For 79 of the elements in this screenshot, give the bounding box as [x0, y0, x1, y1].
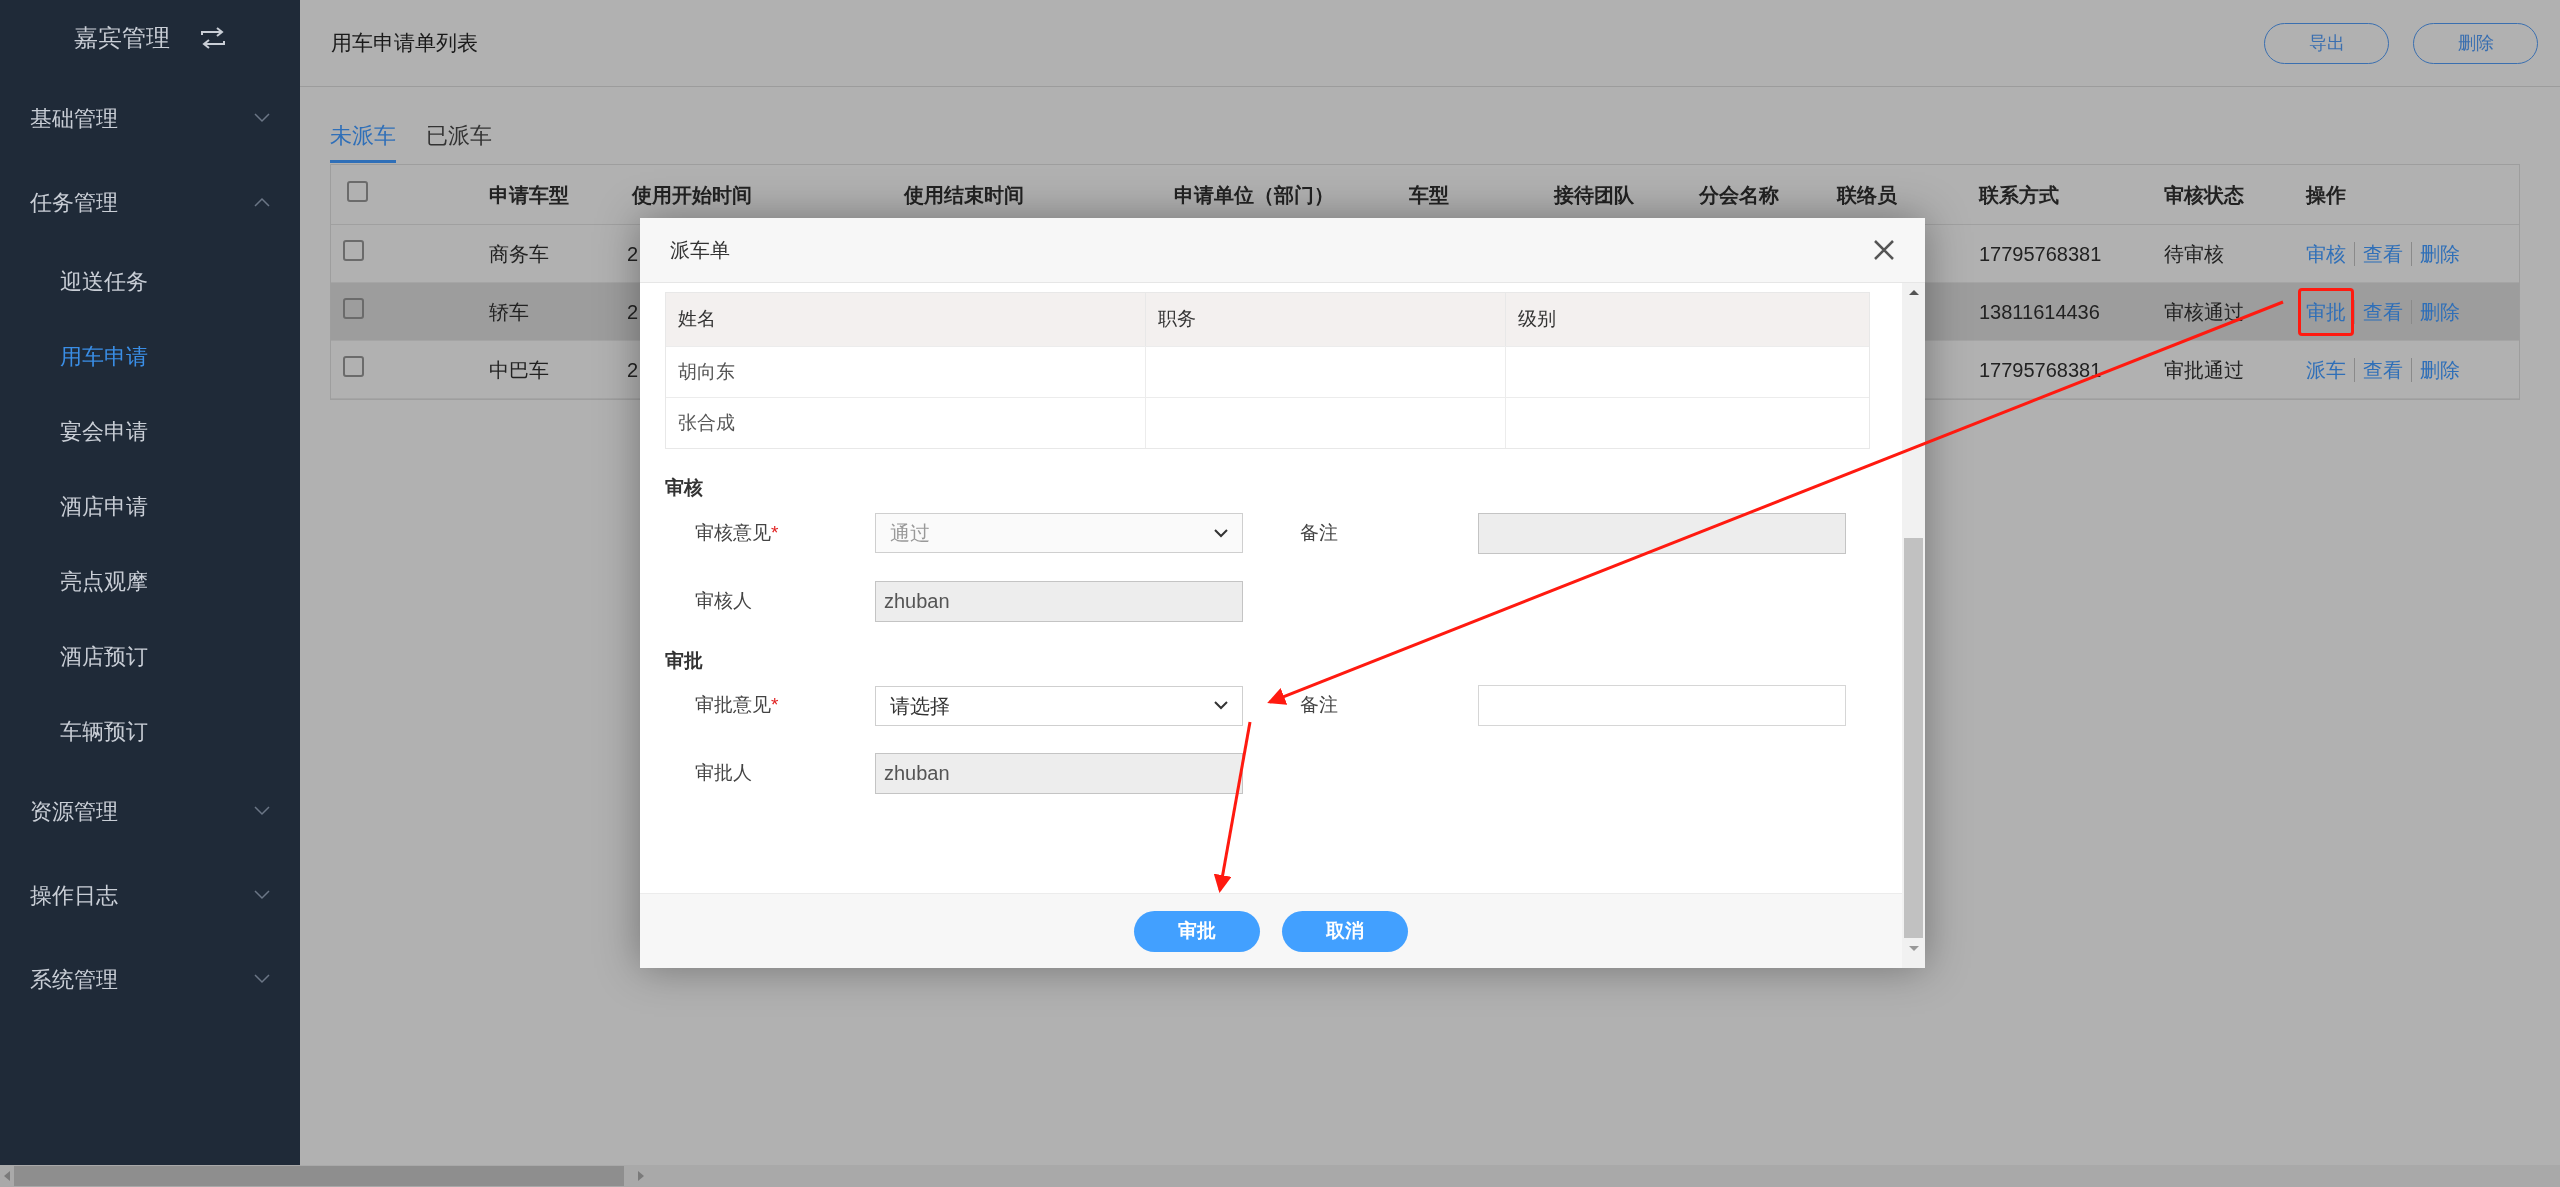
menu-item[interactable]: 宴会申请 — [0, 394, 300, 469]
section-title: 审批 — [665, 648, 704, 673]
table-cell-text: 张合成 — [678, 410, 735, 435]
chevron-down-icon — [254, 974, 270, 984]
chevron-down-icon — [254, 890, 270, 900]
table-cell: 2 — [627, 300, 639, 323]
page-title: 用车申请单列表 — [331, 30, 478, 57]
table-cell-text: 胡向东 — [678, 359, 735, 384]
column-header: 联系方式 — [1979, 183, 2059, 206]
chevron-down-icon — [254, 806, 270, 816]
field-label: 审核意见 — [695, 520, 771, 545]
column-header: 级别 — [1517, 307, 1556, 332]
dialog-button[interactable]: 审批 — [1134, 910, 1260, 952]
field-label: 审核人 — [695, 588, 752, 613]
checkbox[interactable] — [347, 180, 368, 202]
field-label: 审批意见 — [695, 693, 771, 718]
checkbox[interactable] — [343, 355, 364, 377]
field-label: 审批人 — [695, 761, 752, 786]
action-link[interactable]: 查看 — [2363, 238, 2403, 269]
action-link[interactable]: 派车 — [2306, 354, 2346, 385]
column-header: 职务 — [1158, 307, 1197, 332]
required-mark: * — [771, 693, 779, 718]
column-header: 申请车型 — [489, 183, 569, 206]
dialog-title: 派车单 — [670, 238, 730, 263]
menu-item[interactable]: 酒店预订 — [0, 619, 300, 694]
table-cell: 17795768381 — [1979, 358, 2102, 381]
dialog-button[interactable]: 取消 — [1282, 910, 1408, 952]
swap-icon[interactable] — [200, 27, 226, 49]
column-header: 审核状态 — [2164, 183, 2244, 206]
menu-group[interactable]: 操作日志 — [0, 853, 300, 937]
menu-item[interactable]: 迎送任务 — [0, 244, 300, 319]
column-header: 车型 — [1409, 183, 1449, 206]
checkbox[interactable] — [343, 239, 364, 261]
table-cell: 待审核 — [2164, 242, 2224, 265]
menu-item[interactable]: 酒店申请 — [0, 469, 300, 544]
menu-item[interactable]: 亮点观摩 — [0, 544, 300, 619]
table-cell: 13811614436 — [1979, 300, 2100, 323]
field-label: 备注 — [1300, 693, 1338, 718]
tab[interactable]: 已派车 — [426, 119, 492, 163]
table-cell: 中巴车 — [489, 358, 549, 381]
menu-group[interactable]: 任务管理 — [0, 160, 300, 244]
table-cell: 轿车 — [489, 300, 529, 323]
chevron-up-icon — [254, 197, 270, 207]
column-header: 姓名 — [678, 307, 716, 332]
column-header: 申请单位（部门） — [1174, 183, 1334, 206]
select-field[interactable]: 请选择 — [875, 685, 1243, 726]
scrollbar-thumb[interactable] — [14, 1166, 624, 1186]
action-link[interactable]: 删除 — [2420, 238, 2460, 269]
action-link[interactable]: 审核 — [2306, 238, 2346, 269]
menu-group[interactable]: 资源管理 — [0, 769, 300, 853]
column-header: 使用结束时间 — [904, 183, 1024, 206]
chevron-down-icon — [1214, 528, 1228, 538]
chevron-down-icon — [1214, 701, 1228, 710]
sidebar-title: 嘉宾管理 — [74, 23, 170, 53]
table-cell: 2 — [627, 358, 639, 381]
required-mark: * — [771, 520, 779, 545]
column-header: 联络员 — [1837, 183, 1897, 206]
table-cell: 2 — [627, 242, 639, 265]
field-label: 备注 — [1300, 520, 1338, 545]
column-header: 分会名称 — [1699, 183, 1779, 206]
table-cell: 17795768381 — [1979, 242, 2102, 265]
scrollbar-thumb[interactable] — [1904, 538, 1923, 938]
close-icon[interactable] — [1873, 239, 1895, 261]
column-header: 接待团队 — [1554, 183, 1634, 206]
column-header: 操作 — [2306, 183, 2346, 206]
menu-item[interactable]: 车辆预订 — [0, 694, 300, 769]
column-header: 使用开始时间 — [632, 183, 752, 206]
menu-item[interactable]: 用车申请 — [0, 319, 300, 394]
action-link[interactable]: 删除 — [2420, 354, 2460, 385]
chevron-down-icon — [254, 113, 270, 123]
table-cell: 商务车 — [489, 242, 549, 265]
input-field[interactable] — [1478, 685, 1846, 726]
action-link[interactable]: 查看 — [2363, 354, 2403, 385]
table-cell: 审批通过 — [2164, 358, 2244, 381]
section-title: 审核 — [665, 476, 704, 500]
menu-group[interactable]: 系统管理 — [0, 937, 300, 1021]
menu-group[interactable]: 基础管理 — [0, 76, 300, 160]
tab[interactable]: 未派车 — [330, 119, 396, 163]
checkbox[interactable] — [343, 297, 364, 319]
